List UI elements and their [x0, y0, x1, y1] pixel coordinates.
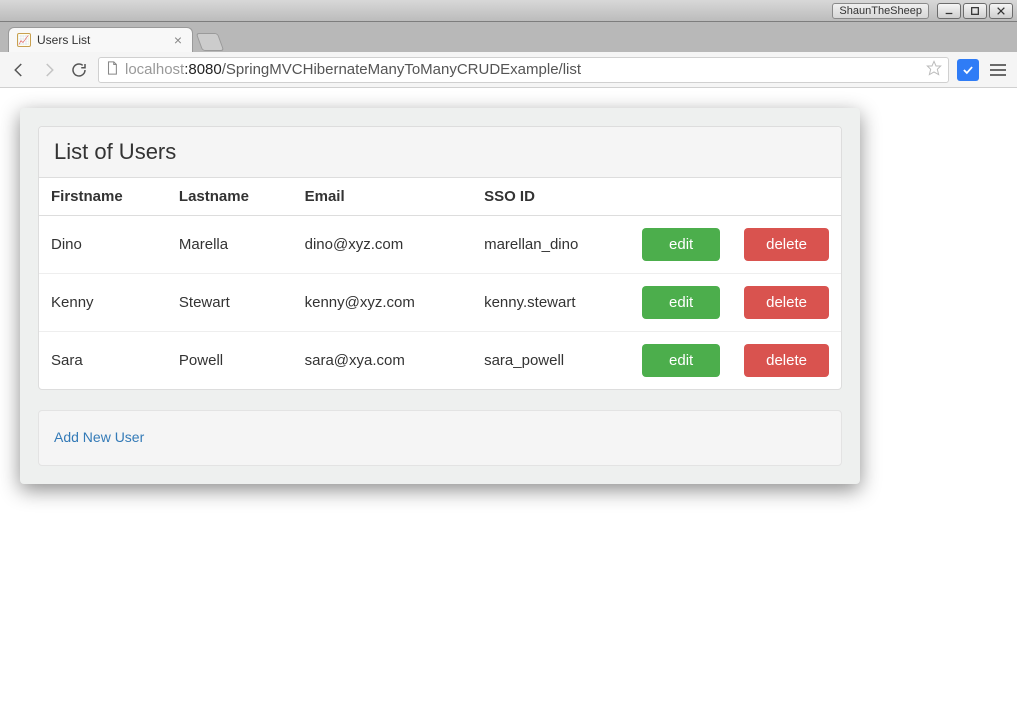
table-header-row: Firstname Lastname Email SSO ID [39, 178, 841, 216]
window-minimize-button[interactable] [937, 3, 961, 19]
reload-button[interactable] [68, 59, 90, 81]
cell-lastname: Marella [167, 216, 293, 274]
tab-title: Users List [37, 33, 168, 47]
browser-tab[interactable]: Users List × [8, 27, 193, 52]
tab-strip: Users List × [0, 22, 1017, 52]
forward-button[interactable] [38, 59, 60, 81]
hamburger-menu-icon[interactable] [987, 59, 1009, 81]
delete-button[interactable]: delete [744, 344, 829, 377]
cell-ssoid: kenny.stewart [472, 274, 630, 332]
panel-heading: List of Users [39, 127, 841, 178]
url-text: localhost:8080/SpringMVCHibernateManyToM… [125, 61, 920, 78]
delete-button[interactable]: delete [744, 228, 829, 261]
col-firstname: Firstname [39, 178, 167, 216]
edit-button[interactable]: edit [642, 228, 720, 261]
back-button[interactable] [8, 59, 30, 81]
bookmark-star-icon[interactable] [926, 60, 942, 80]
page-title: List of Users [54, 139, 176, 164]
page-card: List of Users Firstname Lastname Email S… [20, 108, 860, 484]
page-icon [105, 61, 119, 79]
col-ssoid: SSO ID [472, 178, 630, 216]
window-close-button[interactable] [989, 3, 1013, 19]
well: Add New User [38, 410, 842, 466]
page-viewport[interactable]: List of Users Firstname Lastname Email S… [0, 88, 1017, 725]
delete-button[interactable]: delete [744, 286, 829, 319]
os-user-badge[interactable]: ShaunTheSheep [832, 3, 929, 19]
edit-button[interactable]: edit [642, 344, 720, 377]
cell-firstname: Kenny [39, 274, 167, 332]
cell-firstname: Sara [39, 332, 167, 390]
add-user-link[interactable]: Add New User [54, 429, 144, 445]
cell-ssoid: sara_powell [472, 332, 630, 390]
window-maximize-button[interactable] [963, 3, 987, 19]
table-row: SaraPowellsara@xya.comsara_powell editdel… [39, 332, 841, 390]
cell-lastname: Stewart [167, 274, 293, 332]
table-row: KennyStewartkenny@xyz.comkenny.stewart ed… [39, 274, 841, 332]
new-tab-button[interactable] [196, 33, 225, 51]
address-bar[interactable]: localhost:8080/SpringMVCHibernateManyToM… [98, 57, 949, 83]
tab-close-icon[interactable]: × [174, 33, 182, 47]
cell-lastname: Powell [167, 332, 293, 390]
os-titlebar: ShaunTheSheep [0, 0, 1017, 22]
cell-email: sara@xya.com [293, 332, 472, 390]
col-lastname: Lastname [167, 178, 293, 216]
toolbar: localhost:8080/SpringMVCHibernateManyToM… [0, 52, 1017, 88]
table-row: DinoMarelladino@xyz.commarellan_dino edit… [39, 216, 841, 274]
cell-ssoid: marellan_dino [472, 216, 630, 274]
cell-firstname: Dino [39, 216, 167, 274]
col-email: Email [293, 178, 472, 216]
favicon-icon [17, 33, 31, 47]
users-table: Firstname Lastname Email SSO ID DinoMare… [39, 178, 841, 389]
extension-button[interactable] [957, 59, 979, 81]
cell-email: kenny@xyz.com [293, 274, 472, 332]
cell-email: dino@xyz.com [293, 216, 472, 274]
edit-button[interactable]: edit [642, 286, 720, 319]
users-panel: List of Users Firstname Lastname Email S… [38, 126, 842, 390]
